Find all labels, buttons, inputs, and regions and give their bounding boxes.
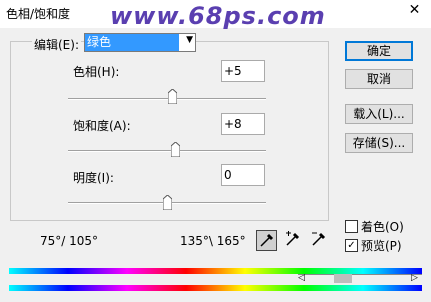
- eyedropper-icon: [260, 233, 274, 247]
- eyedropper-tool[interactable]: [256, 230, 277, 251]
- eyedropper-add-tool[interactable]: [283, 230, 302, 249]
- hue-slider-track[interactable]: [68, 98, 266, 100]
- saturation-label: 饱和度(A):: [73, 119, 131, 133]
- range-right-readout: 135°\ 165°: [180, 234, 246, 248]
- saturation-slider-thumb[interactable]: [171, 142, 180, 157]
- eyedropper-plus-icon: [286, 231, 300, 246]
- range-line: [298, 274, 422, 275]
- preview-label: 预览(P): [361, 239, 402, 253]
- cancel-button[interactable]: 取消: [345, 69, 413, 89]
- eyedropper-subtract-tool[interactable]: [309, 230, 328, 249]
- save-button[interactable]: 存储(S)...: [345, 133, 413, 153]
- load-button[interactable]: 载入(L)...: [345, 104, 413, 124]
- close-icon: ✕: [408, 2, 421, 18]
- preview-checkbox[interactable]: ✓: [345, 239, 358, 252]
- saturation-slider-track[interactable]: [68, 150, 266, 152]
- checkmark-icon: ✓: [347, 240, 356, 251]
- hue-label: 色相(H):: [73, 65, 120, 79]
- range-band[interactable]: [334, 274, 352, 283]
- edit-label: 编辑(E):: [32, 36, 81, 53]
- eyedropper-minus-icon: [312, 232, 326, 246]
- range-handle-left[interactable]: ◁: [298, 274, 305, 283]
- chevron-down-icon: ▼: [186, 35, 193, 45]
- range-left-readout: 75°/ 105°: [40, 234, 99, 248]
- saturation-input[interactable]: +8: [221, 113, 265, 135]
- lightness-slider-thumb[interactable]: [163, 195, 172, 210]
- watermark-text: www.68ps.com: [110, 2, 326, 30]
- hue-slider-thumb[interactable]: [168, 89, 177, 104]
- result-color-bar: [9, 285, 422, 291]
- range-selector[interactable]: ◁ ▷: [298, 274, 422, 283]
- range-handle-right[interactable]: ▷: [411, 274, 418, 283]
- lightness-label: 明度(I):: [73, 171, 114, 185]
- ok-button[interactable]: 确定: [345, 41, 413, 61]
- close-button[interactable]: ✕: [398, 0, 431, 20]
- hue-input[interactable]: +5: [221, 60, 265, 82]
- colorize-label: 着色(O): [361, 220, 404, 234]
- window-title: 色相/饱和度: [6, 7, 71, 21]
- settings-group: [10, 41, 329, 221]
- edit-select[interactable]: 绿色 ▼: [84, 33, 196, 52]
- colorize-checkbox[interactable]: [345, 220, 358, 233]
- edit-select-value: 绿色: [85, 34, 179, 51]
- lightness-input[interactable]: 0: [221, 164, 265, 186]
